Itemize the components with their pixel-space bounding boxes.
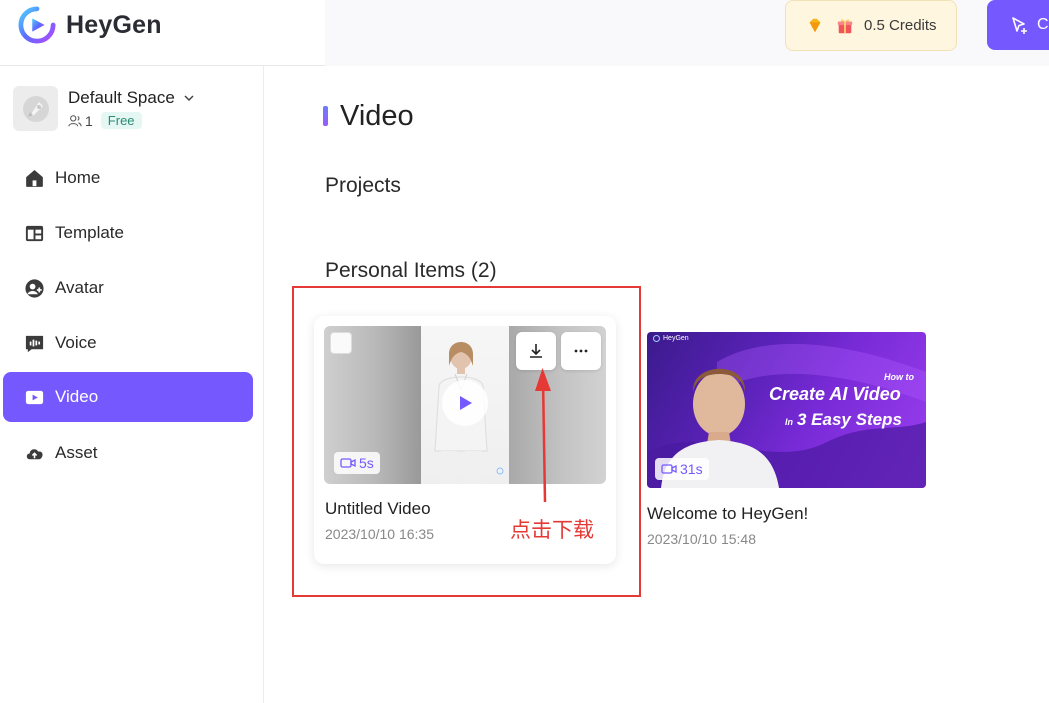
more-options-button[interactable] [561,332,601,370]
gift-icon [837,18,853,33]
video-title[interactable]: Welcome to HeyGen! [647,504,808,524]
video-thumbnail[interactable]: HeyGen How to Create AI Video In 3 Easy S… [647,332,926,488]
select-checkbox[interactable] [330,332,352,354]
thumb-subheadline: In 3 Easy Steps [785,410,902,429]
member-count: 1 [85,112,93,129]
credits-button[interactable]: 0.5 Credits [785,0,957,51]
sidebar-item-label: Template [55,223,124,242]
sidebar-item-label: Video [55,387,99,406]
sidebar-item-label: Asset [55,443,98,462]
video-card-welcome[interactable]: HeyGen How to Create AI Video In 3 Easy S… [647,332,927,562]
avatar-icon [25,278,44,298]
video-date: 2023/10/10 16:35 [325,526,434,542]
cursor-plus-icon [1012,17,1027,34]
rocket-icon [22,95,49,122]
play-button[interactable] [442,380,488,426]
video-title[interactable]: Untitled Video [325,499,431,519]
heygen-logo-icon [18,6,56,44]
more-horizontal-icon [574,349,588,353]
brand-name: HeyGen [66,10,162,39]
personal-items-heading: Personal Items (2) [325,259,497,282]
chevron-down-icon[interactable] [183,92,195,104]
title-accent-bar [323,106,328,126]
home-icon [26,169,43,187]
sidebar-item-voice[interactable]: Voice [3,318,253,368]
annotation-label: 点击下载 [510,518,594,542]
video-icon [25,390,44,404]
video-camera-icon [340,458,356,468]
app-window: HeyGen 0.5 Credits C Default Space 1 Fre… [0,0,1049,703]
sidebar-item-template[interactable]: Template [3,208,253,258]
duration-badge: 31s [655,458,709,480]
sidebar-item-avatar[interactable]: Avatar [3,263,253,313]
sidebar: Default Space 1 Free Home Template Avata… [0,66,264,703]
download-button[interactable] [516,332,556,370]
duration-badge: 5s [334,452,380,474]
space-switcher[interactable]: Default Space 1 Free [13,86,195,131]
duration-text: 5s [359,455,374,471]
play-icon [460,396,472,410]
credits-amount: 0.5 Credits [864,17,937,34]
plan-badge: Free [100,112,142,129]
sidebar-item-video[interactable]: Video [3,372,253,422]
diamond-icon [809,18,821,32]
space-avatar [13,86,58,131]
sidebar-item-label: Voice [55,333,97,352]
video-camera-icon [661,464,677,474]
top-header: HeyGen 0.5 Credits C [0,0,1049,66]
download-icon [530,344,542,358]
sidebar-item-asset[interactable]: Asset [3,428,253,478]
template-icon [25,225,44,241]
sidebar-item-home[interactable]: Home [3,153,253,203]
brand-logo[interactable]: HeyGen [18,6,162,44]
sidebar-item-label: Avatar [55,278,104,297]
video-date: 2023/10/10 15:48 [647,531,756,547]
create-video-button[interactable]: C [987,0,1049,50]
create-button-label: C [1037,16,1049,33]
main-content: Video Projects Personal Items (2) 5s Unt… [265,66,1049,703]
members-icon [68,114,82,126]
space-name: Default Space [68,88,175,107]
thumb-headline: Create AI Video [769,384,901,404]
cloud-upload-icon [26,448,43,459]
duration-text: 31s [680,461,703,477]
thumb-how-to: How to [884,372,914,382]
voice-icon [25,335,44,352]
video-thumbnail[interactable]: 5s [324,326,606,484]
thumb-brand: HeyGen [653,335,689,342]
sidebar-item-label: Home [55,168,101,187]
page-title: Video [340,100,414,132]
projects-heading: Projects [325,174,401,197]
